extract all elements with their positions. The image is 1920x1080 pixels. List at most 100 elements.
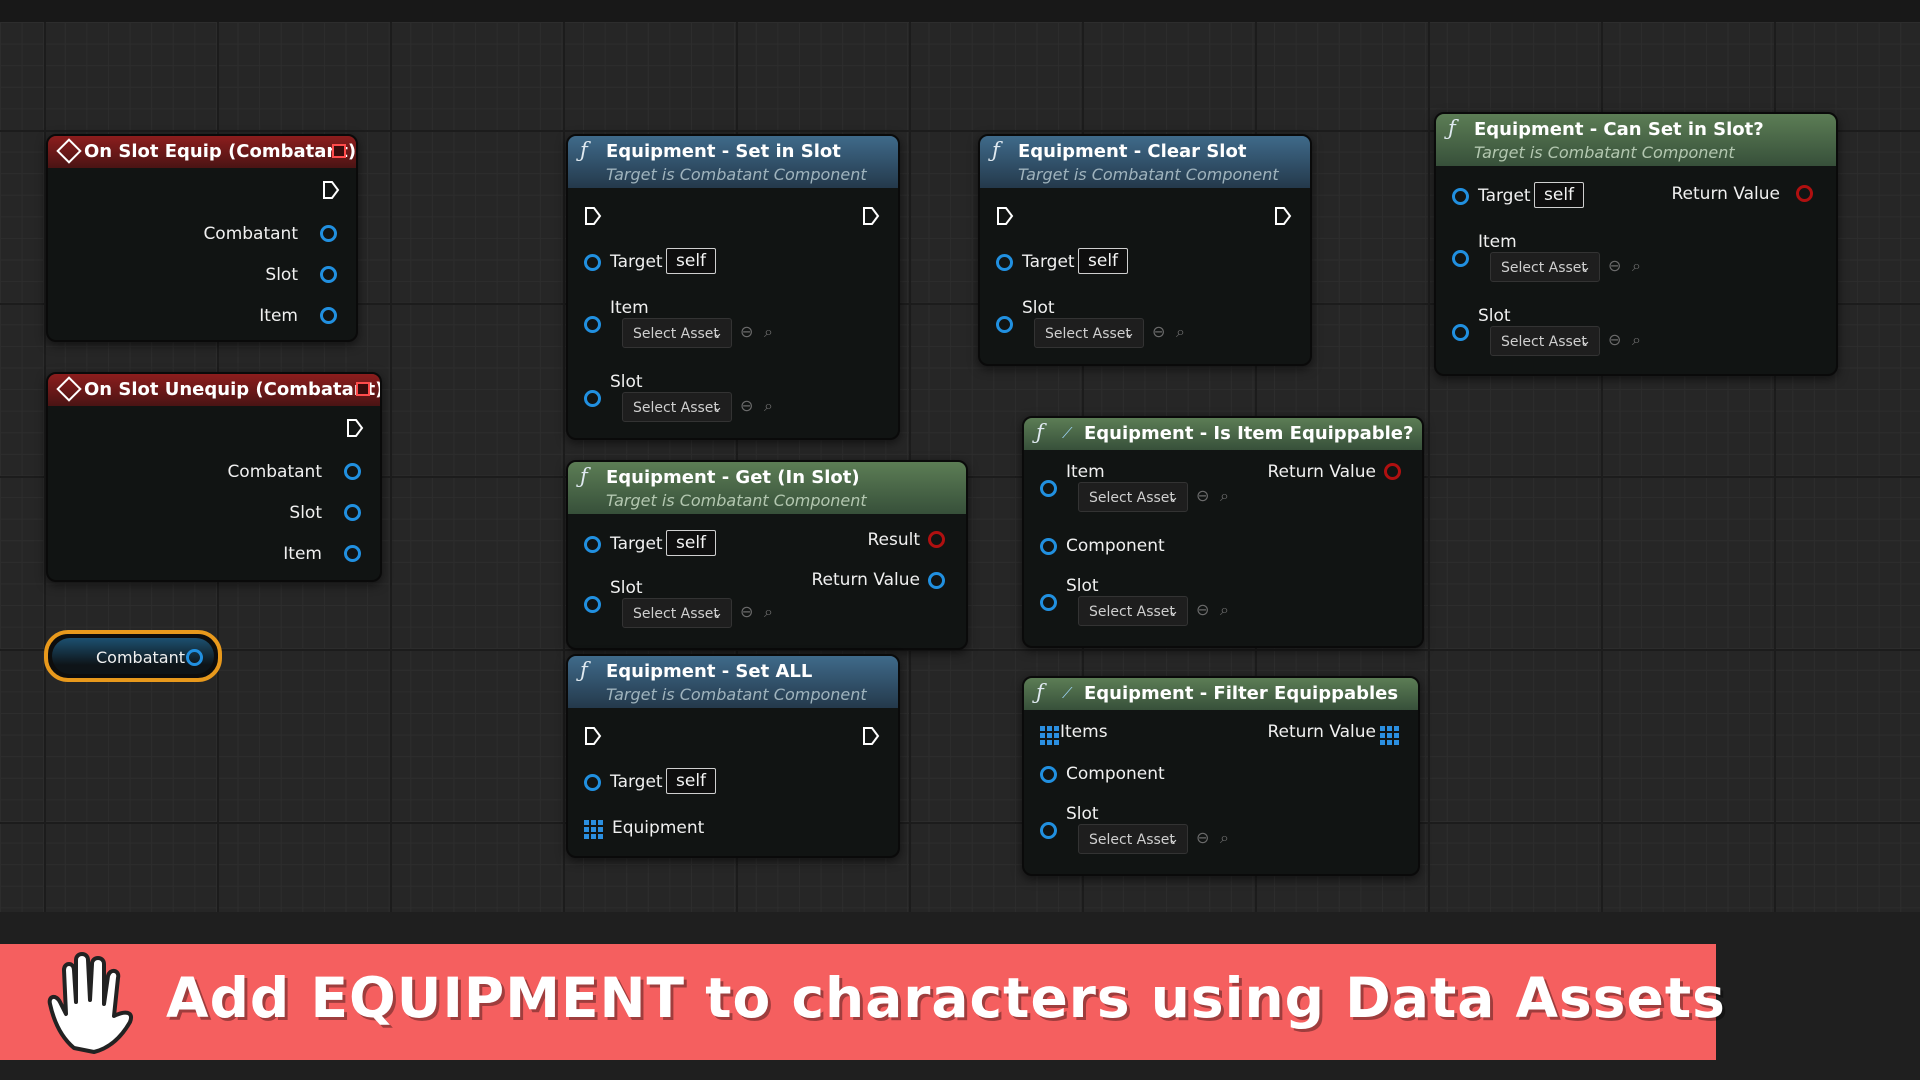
exec-out-pin[interactable] xyxy=(346,418,364,438)
component-pin[interactable] xyxy=(1040,766,1057,783)
component-pin[interactable] xyxy=(1040,538,1057,555)
node-set-all[interactable]: ƒ Equipment - Set ALL Target is Combatan… xyxy=(566,654,900,858)
function-icon: ƒ xyxy=(580,138,588,162)
slot-pin[interactable] xyxy=(996,316,1013,333)
item-label: Item xyxy=(610,298,649,318)
exec-out-pin[interactable] xyxy=(862,726,880,746)
slot-select-asset[interactable]: Select Asset ⌄ xyxy=(1034,318,1144,348)
node-title: Equipment - Get (In Slot) xyxy=(606,467,860,488)
combatant-out-pin[interactable] xyxy=(344,463,361,480)
slot-select-asset[interactable]: Select Asset ⌄ xyxy=(622,598,732,628)
function-icon: ƒ xyxy=(1448,116,1456,140)
target-label: Target xyxy=(610,772,663,792)
item-out-pin[interactable] xyxy=(320,307,337,324)
slot-select-asset[interactable]: Select Asset ⌄ xyxy=(1078,824,1188,854)
target-pin[interactable] xyxy=(996,254,1013,271)
slot-out-pin[interactable] xyxy=(320,266,337,283)
function-icon: ƒ xyxy=(580,658,588,682)
slot-pin[interactable] xyxy=(1040,822,1057,839)
browse-search-icon[interactable]: ⌕ xyxy=(764,322,773,342)
item-select-asset[interactable]: Select Asset ⌄ xyxy=(622,318,732,348)
target-pin[interactable] xyxy=(584,536,601,553)
browse-search-icon[interactable]: ⌕ xyxy=(1632,256,1641,276)
exec-in-pin[interactable] xyxy=(584,726,602,746)
item-pin[interactable] xyxy=(1452,250,1469,267)
target-label: Target xyxy=(1022,252,1075,272)
combatant-variable-pin[interactable] xyxy=(186,649,203,666)
use-selected-icon[interactable]: ⊖ xyxy=(1196,600,1209,619)
target-pin[interactable] xyxy=(1452,188,1469,205)
use-selected-icon[interactable]: ⊖ xyxy=(740,322,753,341)
use-selected-icon[interactable]: ⊖ xyxy=(1608,256,1621,275)
slot-label: Slot xyxy=(1066,576,1099,596)
node-subtitle: Target is Combatant Component xyxy=(606,685,867,704)
use-selected-icon[interactable]: ⊖ xyxy=(1608,330,1621,349)
return-value-pin[interactable] xyxy=(1796,185,1813,202)
target-label: Target xyxy=(610,534,663,554)
node-clear-slot[interactable]: ƒ Equipment - Clear Slot Target is Comba… xyxy=(978,134,1312,366)
target-self-field[interactable]: self xyxy=(666,530,717,556)
item-pin[interactable] xyxy=(584,316,601,333)
browse-search-icon[interactable]: ⌕ xyxy=(1220,600,1229,620)
items-array-pin[interactable] xyxy=(1040,726,1059,745)
item-select-asset[interactable]: Select Asset ⌄ xyxy=(1078,482,1188,512)
item-select-asset[interactable]: Select Asset ⌄ xyxy=(1490,252,1600,282)
slot-select-asset[interactable]: Select Asset ⌄ xyxy=(1490,326,1600,356)
use-selected-icon[interactable]: ⊖ xyxy=(740,602,753,621)
pin-label-slot: Slot xyxy=(289,503,322,523)
browse-search-icon[interactable]: ⌕ xyxy=(1220,828,1229,848)
item-out-pin[interactable] xyxy=(344,545,361,562)
target-self-field[interactable]: self xyxy=(666,768,717,794)
event-node-slot-unequip[interactable]: On Slot Unequip (Combatant) Combatant Sl… xyxy=(46,372,382,582)
target-self-field[interactable]: self xyxy=(1078,248,1129,274)
slot-select-asset[interactable]: Select Asset ⌄ xyxy=(1078,596,1188,626)
function-icon: ƒ xyxy=(1036,420,1044,444)
return-value-pin[interactable] xyxy=(1384,463,1401,480)
node-set-in-slot[interactable]: ƒ Equipment - Set in Slot Target is Comb… xyxy=(566,134,900,440)
node-is-item-equippable[interactable]: ƒ ⟋ Equipment - Is Item Equippable? Item… xyxy=(1022,416,1424,648)
browse-search-icon[interactable]: ⌕ xyxy=(764,602,773,622)
target-self-field[interactable]: self xyxy=(666,248,717,274)
exec-in-pin[interactable] xyxy=(584,206,602,226)
slot-pin[interactable] xyxy=(1452,324,1469,341)
return-value-label: Return Value xyxy=(1267,722,1377,742)
slot-pin[interactable] xyxy=(1040,594,1057,611)
target-pin[interactable] xyxy=(584,254,601,271)
exec-out-pin[interactable] xyxy=(322,180,340,200)
exec-out-pin[interactable] xyxy=(862,206,880,226)
item-pin[interactable] xyxy=(1040,480,1057,497)
combatant-variable-node[interactable]: Combatant xyxy=(44,630,222,682)
use-selected-icon[interactable]: ⊖ xyxy=(1196,828,1209,847)
node-header: ƒ Equipment - Set ALL Target is Combatan… xyxy=(568,656,898,708)
browse-search-icon[interactable]: ⌕ xyxy=(1220,486,1229,506)
browse-search-icon[interactable]: ⌕ xyxy=(764,396,773,416)
use-selected-icon[interactable]: ⊖ xyxy=(1152,322,1165,341)
browse-search-icon[interactable]: ⌕ xyxy=(1632,330,1641,350)
exec-out-pin[interactable] xyxy=(1274,206,1292,226)
equipment-label: Equipment xyxy=(612,818,705,838)
result-pin[interactable] xyxy=(928,531,945,548)
component-label: Component xyxy=(1066,764,1165,784)
combatant-out-pin[interactable] xyxy=(320,225,337,242)
pin-label-combatant: Combatant xyxy=(203,224,298,244)
node-get-in-slot[interactable]: ƒ Equipment - Get (In Slot) Target is Co… xyxy=(566,460,968,650)
use-selected-icon[interactable]: ⊖ xyxy=(1196,486,1209,505)
node-header: ƒ ⟋ Equipment - Is Item Equippable? xyxy=(1024,418,1422,450)
slot-pin[interactable] xyxy=(584,596,601,613)
exec-in-pin[interactable] xyxy=(996,206,1014,226)
return-value-array-pin[interactable] xyxy=(1380,726,1399,745)
node-header: ƒ Equipment - Get (In Slot) Target is Co… xyxy=(568,462,966,514)
event-node-slot-equip[interactable]: On Slot Equip (Combatant) Combatant Slot… xyxy=(46,134,358,342)
slot-out-pin[interactable] xyxy=(344,504,361,521)
slot-select-asset[interactable]: Select Asset ⌄ xyxy=(622,392,732,422)
use-selected-icon[interactable]: ⊖ xyxy=(740,396,753,415)
return-value-pin[interactable] xyxy=(928,572,945,589)
node-can-set-in-slot[interactable]: ƒ Equipment - Can Set in Slot? Target is… xyxy=(1434,112,1838,376)
node-filter-equippables[interactable]: ƒ ⟋ Equipment - Filter Equippables Items… xyxy=(1022,676,1420,876)
slot-pin[interactable] xyxy=(584,390,601,407)
equipment-array-pin[interactable] xyxy=(584,820,603,839)
target-pin[interactable] xyxy=(584,774,601,791)
variable-body: Combatant xyxy=(52,638,214,674)
target-self-field[interactable]: self xyxy=(1534,182,1585,208)
browse-search-icon[interactable]: ⌕ xyxy=(1176,322,1185,342)
